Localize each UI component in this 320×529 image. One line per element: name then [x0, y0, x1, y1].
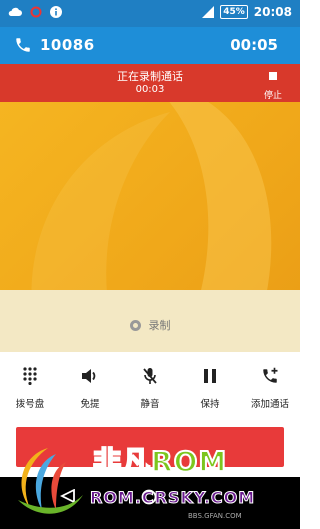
clock: 20:08: [253, 5, 292, 19]
recording-time: 00:03: [135, 84, 165, 95]
contact-photo-area: 录制: [0, 102, 300, 352]
add-call-button[interactable]: 添加通话: [240, 352, 300, 422]
call-duration: 00:05: [230, 36, 278, 54]
phone-icon: [16, 38, 30, 52]
status-right: 45% 20:08: [202, 5, 292, 19]
mute-button[interactable]: 静音: [120, 352, 180, 422]
watermark-small-url: BBS.GFAN.COM: [188, 512, 242, 520]
stop-icon: [269, 72, 277, 80]
notification-icons: [8, 6, 62, 18]
caller-number: 10086: [40, 36, 95, 54]
watermark-brand: 非凡ROM: [92, 444, 228, 479]
mute-mic-icon: [143, 368, 157, 384]
pause-icon: [204, 369, 216, 383]
cloud-icon: [8, 7, 22, 16]
recording-title: 正在录制通话: [117, 70, 183, 83]
watermark: 非凡ROM ROM.CRSKY.COM BBS.GFAN.COM: [8, 440, 298, 522]
add-call-label: 添加通话: [250, 399, 289, 410]
record-toggle[interactable]: 录制: [0, 317, 300, 333]
watermark-url: ROM.CRSKY.COM: [89, 488, 256, 508]
call-controls: 拨号盘 免提 静音 保持 添加通话: [0, 352, 300, 422]
dialpad-icon: [23, 367, 37, 385]
info-icon: [50, 6, 62, 18]
hold-label: 保持: [200, 399, 220, 410]
speaker-button[interactable]: 免提: [60, 352, 120, 422]
battery-icon: 45%: [220, 5, 248, 19]
mute-label: 静音: [140, 399, 160, 410]
recording-banner: 正在录制通话 00:03 停止: [0, 64, 300, 102]
hold-button[interactable]: 保持: [180, 352, 240, 422]
record-toggle-label: 录制: [148, 319, 171, 332]
dialpad-label: 拨号盘: [15, 399, 45, 410]
speaker-icon: [82, 369, 96, 383]
signal-icon: [202, 6, 215, 18]
alert-ring-icon: [30, 6, 42, 18]
stop-recording-button[interactable]: 停止: [258, 70, 288, 101]
dialpad-button[interactable]: 拨号盘: [0, 352, 60, 422]
status-bar: 45% 20:08: [0, 0, 300, 27]
add-call-icon: [263, 367, 278, 383]
stop-label: 停止: [263, 91, 282, 101]
record-radio-icon: [129, 319, 141, 331]
speaker-label: 免提: [80, 399, 100, 410]
watermark-logo-icon: [18, 448, 83, 514]
call-header: 10086 00:05: [0, 27, 300, 64]
